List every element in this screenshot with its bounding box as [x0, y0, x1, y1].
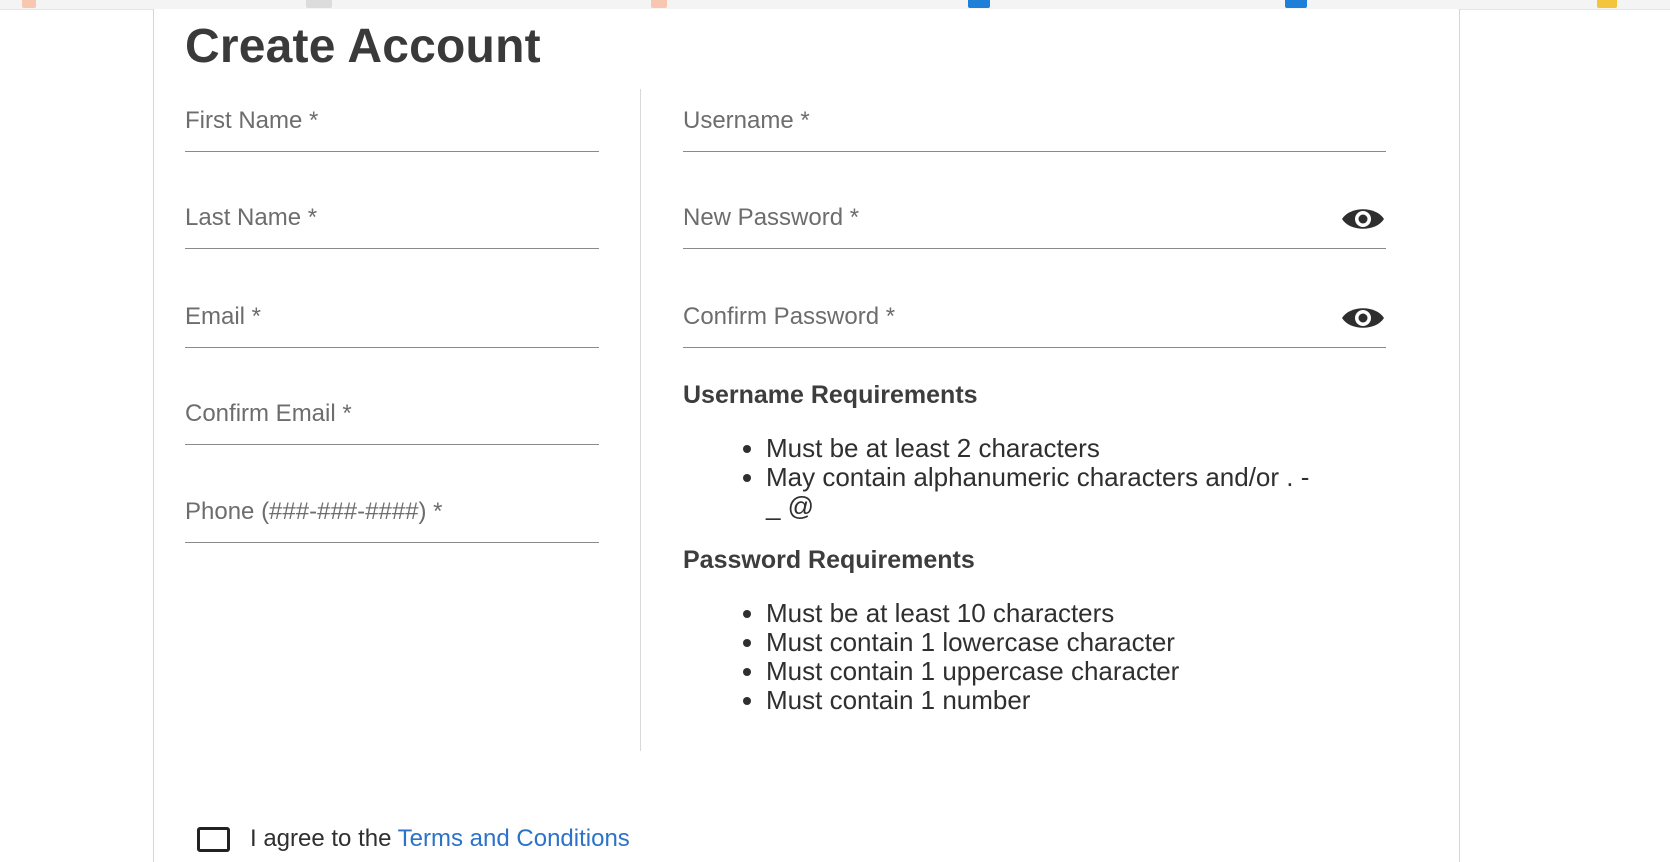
confirm-password-field[interactable]: Confirm Password *: [683, 291, 1386, 348]
terms-prefix: I agree to the: [250, 825, 392, 852]
first-name-input[interactable]: [185, 95, 599, 151]
phone-field[interactable]: Phone (###-###-####) *: [185, 486, 599, 543]
list-item: Must contain 1 uppercase character: [766, 657, 1326, 686]
create-account-page: Create Account First Name * Last Name * …: [0, 0, 1670, 862]
list-item: Must be at least 10 characters: [766, 599, 1326, 628]
phone-input[interactable]: [185, 486, 599, 542]
email-field[interactable]: Email *: [185, 291, 599, 348]
terms-agreement: I agree to the Terms and Conditions: [197, 824, 630, 854]
eye-icon[interactable]: [1340, 204, 1386, 234]
new-password-input[interactable]: [683, 192, 1323, 248]
username-input[interactable]: [683, 95, 1386, 151]
email-input[interactable]: [185, 291, 599, 347]
list-item: Must be at least 2 characters: [766, 434, 1326, 463]
bookmark-icon[interactable]: [1285, 0, 1307, 8]
username-field[interactable]: Username *: [683, 95, 1386, 152]
username-requirements-heading: Username Requirements: [683, 381, 978, 409]
page-title: Create Account: [185, 20, 541, 73]
create-account-card: Create Account First Name * Last Name * …: [153, 9, 1460, 862]
column-divider: [640, 89, 641, 751]
terms-and-conditions-link[interactable]: Terms and Conditions: [398, 825, 630, 852]
terms-checkbox[interactable]: [197, 826, 230, 852]
password-requirements-heading: Password Requirements: [683, 546, 975, 574]
confirm-password-input[interactable]: [683, 291, 1323, 347]
new-password-field[interactable]: New Password *: [683, 192, 1386, 249]
bookmark-icon[interactable]: [1597, 0, 1617, 8]
last-name-field[interactable]: Last Name *: [185, 192, 599, 249]
terms-agreement-text: I agree to the Terms and Conditions: [250, 825, 630, 853]
list-item: Must contain 1 lowercase character: [766, 628, 1326, 657]
bookmark-icon[interactable]: [306, 0, 332, 8]
bookmark-icon[interactable]: [968, 0, 990, 8]
username-requirements-list: Must be at least 2 characters May contai…: [683, 434, 1326, 521]
last-name-input[interactable]: [185, 192, 599, 248]
bookmark-icon[interactable]: [651, 0, 667, 8]
bookmark-icon[interactable]: [22, 0, 36, 8]
eye-icon[interactable]: [1340, 303, 1386, 333]
password-requirements-list: Must be at least 10 characters Must cont…: [683, 599, 1326, 715]
confirm-email-input[interactable]: [185, 388, 599, 444]
confirm-email-field[interactable]: Confirm Email *: [185, 388, 599, 445]
list-item: May contain alphanumeric characters and/…: [766, 463, 1326, 521]
first-name-field[interactable]: First Name *: [185, 95, 599, 152]
list-item: Must contain 1 number: [766, 686, 1326, 715]
